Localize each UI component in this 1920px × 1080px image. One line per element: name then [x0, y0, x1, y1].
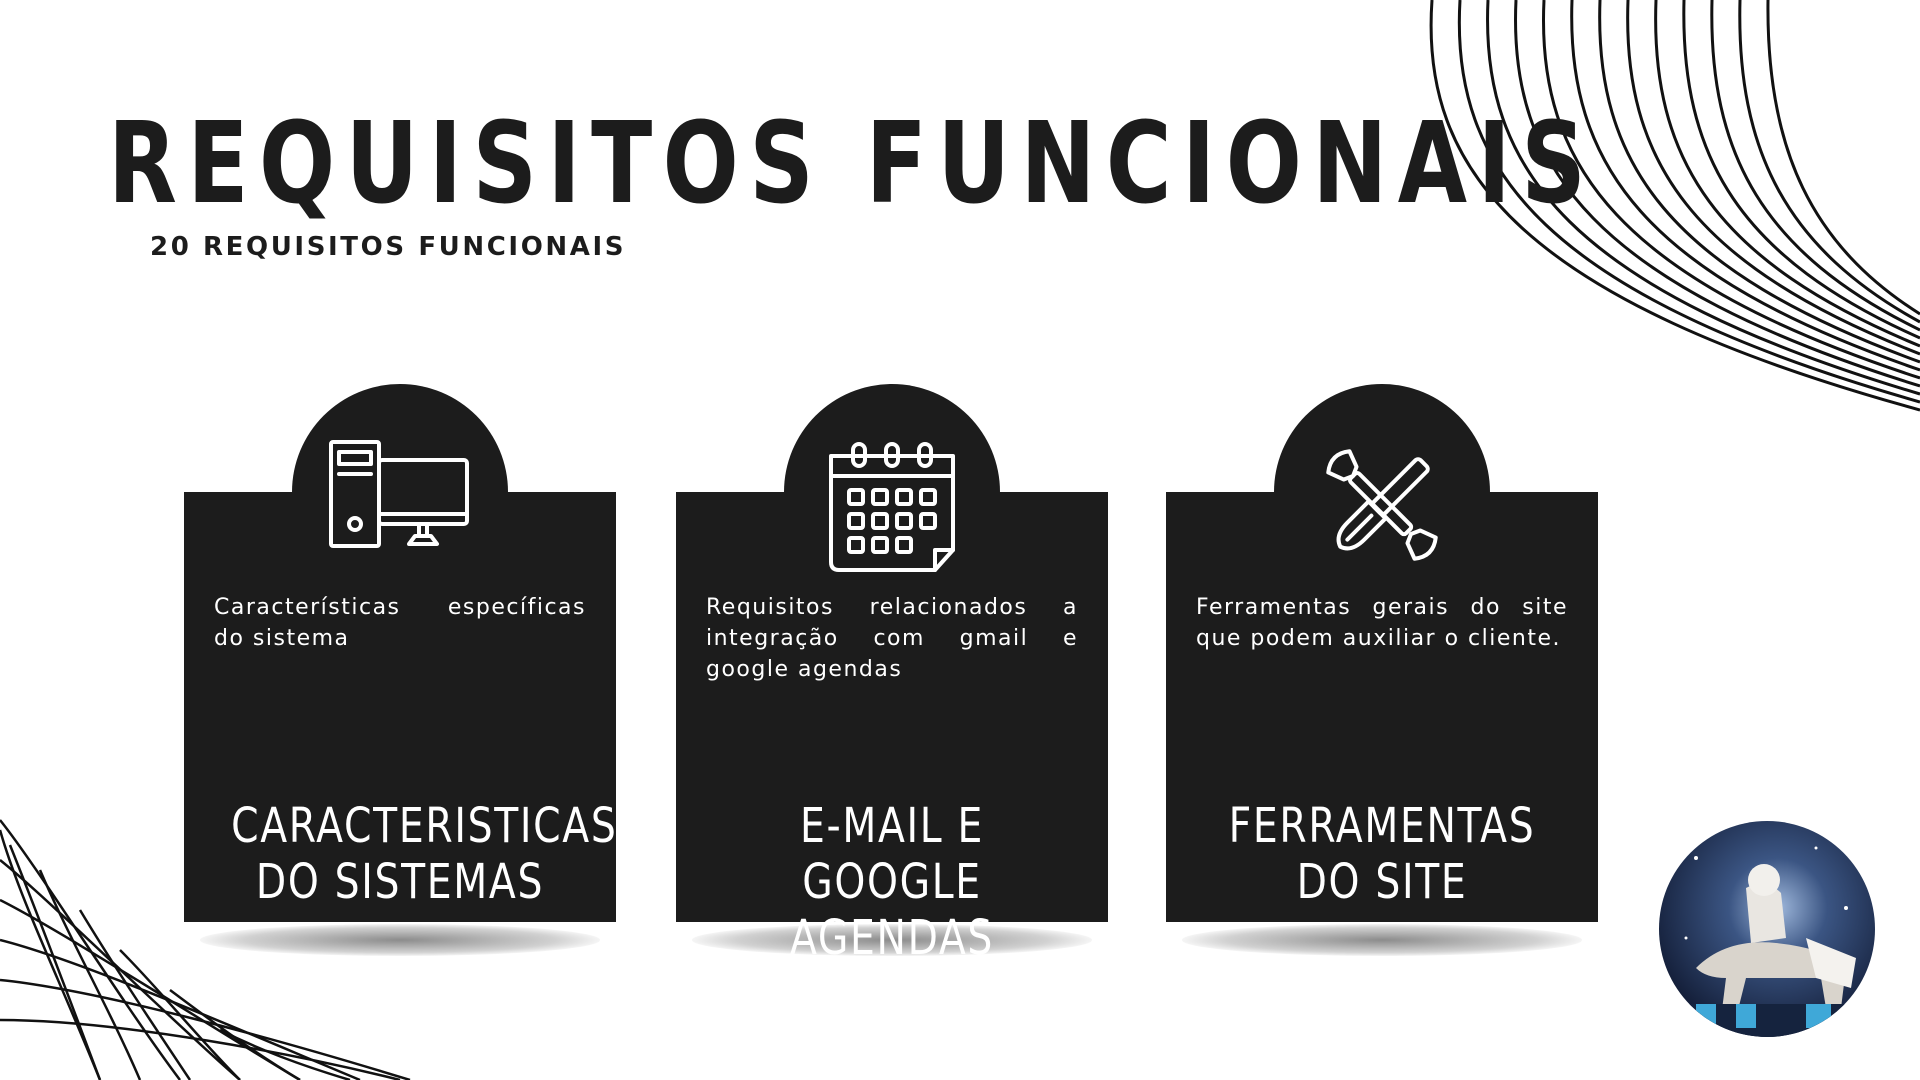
- card-heading: FERRAMENTAS DO SITE: [1228, 798, 1536, 910]
- computer-icon: [329, 440, 469, 548]
- card-description: Requisitos relacionados a integração com…: [706, 595, 1078, 682]
- card-email-google: Requisitos relacionados a integração com…: [676, 384, 1108, 966]
- calendar-icon: [829, 442, 955, 572]
- card-site-tools: Ferramentas gerais do site que podem aux…: [1166, 384, 1598, 956]
- page-subtitle: 20 REQUISITOS FUNCIONAIS: [150, 232, 627, 262]
- card-characteristics: Características específicas do sistema C…: [184, 384, 618, 956]
- card-heading: E-MAIL E GOOGLE AGENDAS: [789, 798, 995, 966]
- card-shadow: [200, 924, 600, 956]
- card-description: Características específicas do sistema: [214, 595, 586, 651]
- card-description: Ferramentas gerais do site que podem aux…: [1196, 595, 1568, 651]
- tools-icon: [1326, 449, 1438, 561]
- card-shadow: [1182, 924, 1582, 956]
- card-heading: CARACTERISTICAS DO SISTEMAS: [231, 798, 618, 910]
- logo-badge: [1659, 821, 1875, 1037]
- page-title: REQUISITOS FUNCIONAIS: [108, 99, 1597, 229]
